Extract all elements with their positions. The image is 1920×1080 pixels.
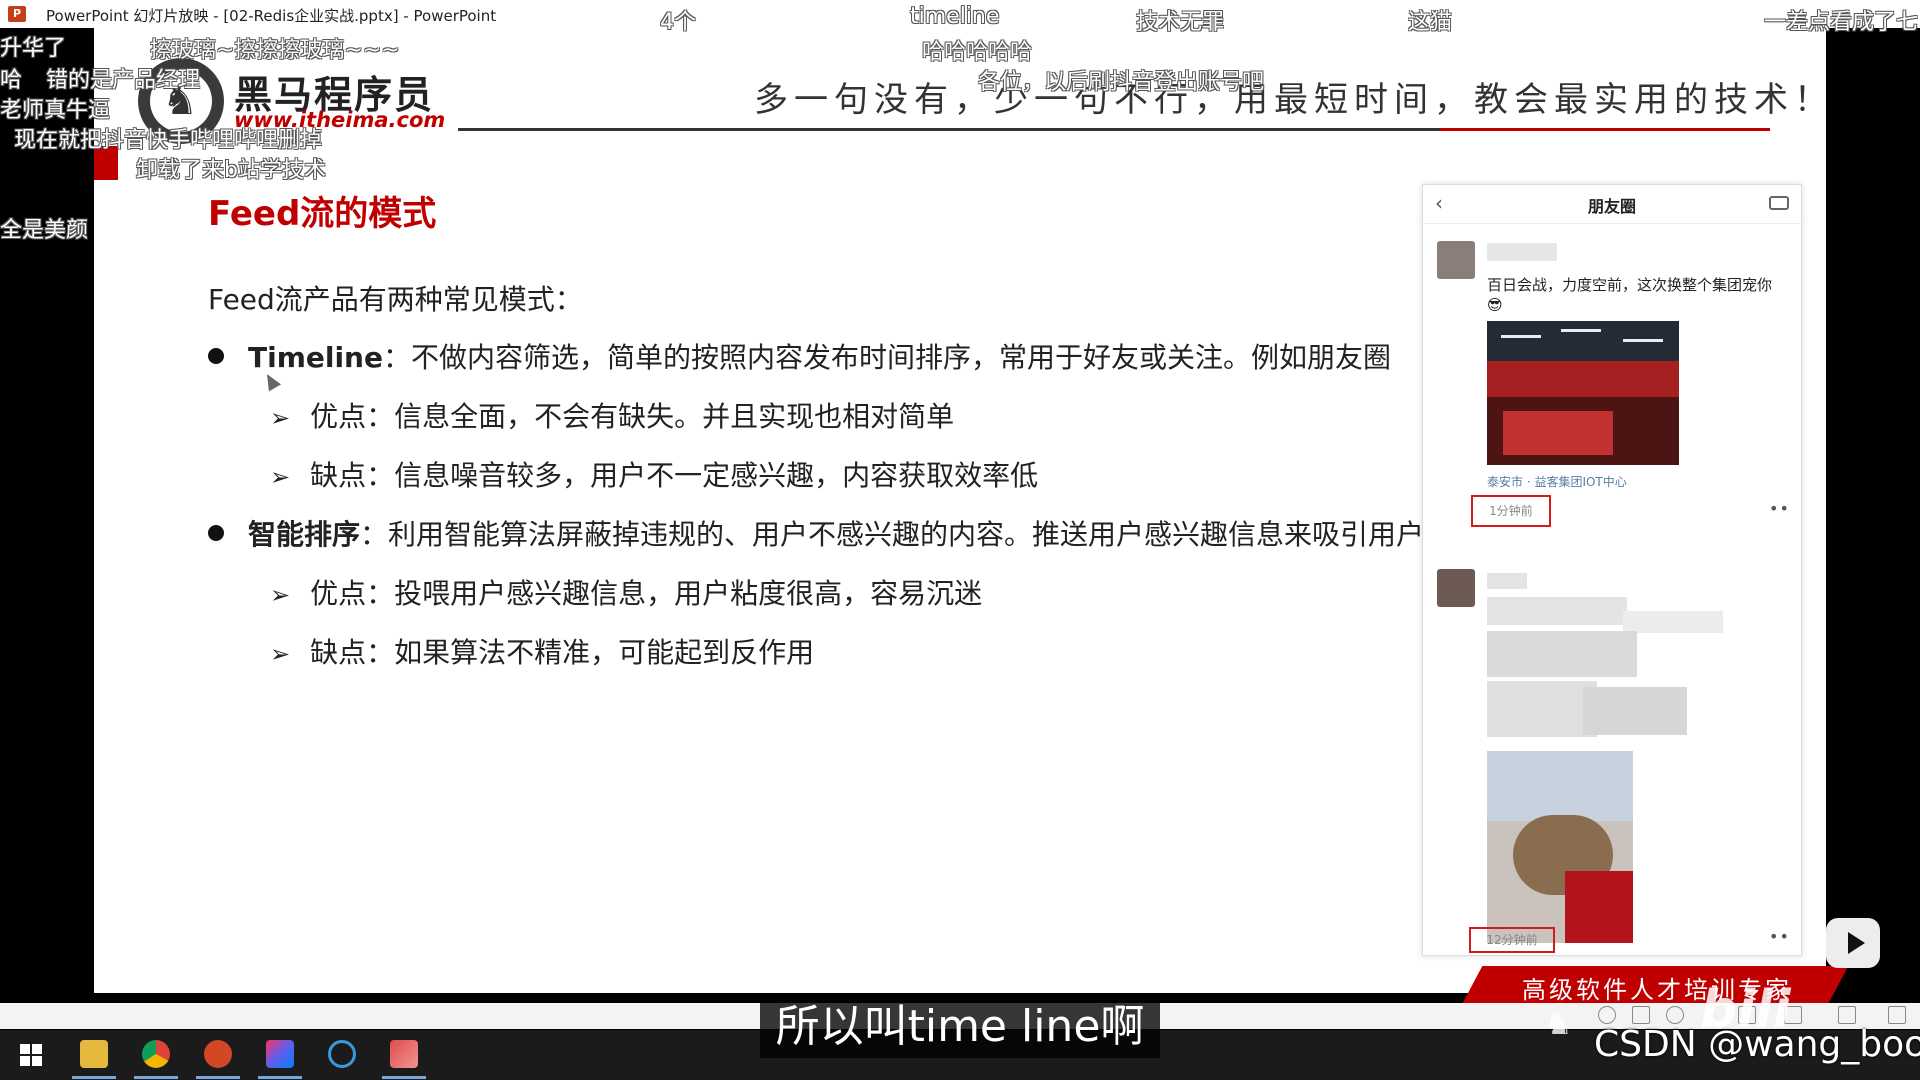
next-slide-icon[interactable] [1666, 1006, 1684, 1024]
arrow-bullet-icon: ➢ [270, 463, 291, 491]
taskbar-active-indicator [196, 1076, 240, 1079]
left-letterbox [0, 28, 94, 1003]
danmaku-comment: 老师真牛逼 [0, 98, 111, 123]
post-time-highlight: 1分钟前 [1471, 495, 1551, 527]
danmaku-comment: 各位，以后刷抖音登出账号吧 [978, 70, 1265, 95]
danmaku-comment: 哈 [0, 68, 23, 93]
post-photo-cat [1487, 751, 1633, 943]
blurred-content [1487, 631, 1637, 677]
slide-canvas: ♞ 黑马程序员 www.itheima.com 多一句没有，少一句不行，用最短时… [94, 28, 1826, 993]
danmaku-comment: 现在就把抖音快手哔哩哔哩删掉 [14, 128, 323, 153]
blurred-username [1487, 243, 1557, 261]
sub-bullet: ➢ 缺点：如果算法不精准，可能起到反作用 [270, 631, 814, 671]
app-taskbar-icon[interactable] [390, 1040, 418, 1068]
danmaku-comment: 卸载了来b站学技术 [136, 158, 326, 183]
arrow-bullet-icon: ➢ [270, 404, 291, 432]
phone-header: ‹ 朋友圈 [1423, 185, 1801, 224]
bilibili-play-icon[interactable] [1826, 918, 1880, 968]
file-explorer-icon[interactable] [80, 1040, 108, 1068]
danmaku-comment: 哈哈哈哈哈 [922, 40, 1033, 65]
window-title: PowerPoint 幻灯片放映 - [02-Redis企业实战.pptx] -… [46, 7, 497, 25]
blurred-content [1487, 573, 1527, 589]
more-options-icon[interactable]: •• [1769, 927, 1790, 946]
app-taskbar-icon[interactable] [328, 1040, 356, 1068]
intellij-idea-icon[interactable] [266, 1040, 294, 1068]
post-text: 百日会战，力度空前，这次换整个集团宠你😎 [1487, 276, 1773, 314]
bullet-text: ：利用智能算法屏蔽掉违规的、用户不感兴趣的内容。推送用户感兴趣信息来吸引用户 [360, 518, 1425, 551]
post-location: 泰安市 · 益客集团IOT中心 [1487, 475, 1627, 489]
camera-icon [1769, 196, 1789, 210]
powerpoint-taskbar-icon[interactable] [204, 1040, 232, 1068]
sub-bullet: ➢ 缺点：信息噪音较多，用户不一定感兴趣，内容获取效率低 [270, 454, 1038, 494]
sub-bullet-text: 优点：投喂用户感兴趣信息，用户粘度很高，容易沉迷 [310, 577, 983, 610]
heima-watermark-icon: ♞ [1544, 1004, 1573, 1042]
phone-title: 朋友圈 [1587, 197, 1636, 216]
bullet-smart-sort: 智能排序：利用智能算法屏蔽掉违规的、用户不感兴趣的内容。推送用户感兴趣信息来吸引… [208, 513, 1424, 553]
taskbar-active-indicator [258, 1076, 302, 1079]
bullet-dot-icon [208, 525, 224, 541]
prev-slide-icon[interactable] [1598, 1006, 1616, 1024]
chrome-icon[interactable] [142, 1040, 170, 1068]
avatar [1437, 569, 1475, 607]
header-divider-accent [1440, 128, 1770, 131]
bullet-text: ：不做内容筛选，简单的按照内容发布时间排序，常用于好友或关注。例如朋友圈 [382, 341, 1391, 374]
sub-bullet: ➢ 优点：信息全面，不会有缺失。并且实现也相对简单 [270, 395, 954, 435]
windows-start-icon[interactable] [20, 1044, 42, 1066]
bullet-dot-icon [208, 348, 224, 364]
danmaku-comment: 一差点看成了七 [1764, 10, 1919, 35]
sub-bullet: ➢ 优点：投喂用户感兴趣信息，用户粘度很高，容易沉迷 [270, 572, 982, 612]
bullet-head: Timeline [248, 341, 383, 374]
slide-intro: Feed流产品有两种常见模式： [208, 283, 583, 316]
bullet-timeline: Timeline：不做内容筛选，简单的按照内容发布时间排序，常用于好友或关注。例… [208, 336, 1391, 376]
danmaku-comment: 擦玻璃~擦擦擦玻璃~~~ [150, 38, 400, 63]
taskbar-active-indicator [72, 1076, 116, 1079]
taskbar-active-indicator [134, 1076, 178, 1079]
csdn-watermark: CSDN @wang_book [1594, 1024, 1920, 1065]
blurred-content [1583, 687, 1687, 735]
danmaku-comment: 全是美颜 [0, 218, 89, 243]
bullet-head: 智能排序 [248, 518, 361, 551]
arrow-bullet-icon: ➢ [270, 581, 291, 609]
danmaku-comment: 技术无罪 [1136, 10, 1225, 35]
post-time-highlight: 12分钟前 [1469, 927, 1555, 953]
more-options-icon[interactable]: •• [1769, 499, 1790, 518]
pen-icon[interactable] [1632, 1006, 1650, 1024]
video-subtitle: 所以叫time line啊 [775, 1001, 1145, 1052]
danmaku-comment: 升华了 [0, 36, 67, 61]
reading-view-icon[interactable] [1838, 1006, 1856, 1024]
blurred-content [1623, 611, 1723, 633]
sub-bullet-text: 优点：信息全面，不会有缺失。并且实现也相对简单 [310, 400, 955, 433]
danmaku-comment: 错的是产品经理 [46, 68, 201, 93]
slide-title: Feed流的模式 [208, 194, 437, 234]
sub-bullet-text: 缺点：如果算法不精准，可能起到反作用 [310, 636, 815, 669]
blurred-content [1487, 681, 1597, 737]
right-letterbox [1826, 28, 1920, 1003]
slide-slogan: 多一句没有，少一句不行，用最短时间，教会最实用的技术！ [754, 80, 1826, 120]
danmaku-comment: 这猫 [1408, 10, 1453, 35]
avatar [1437, 241, 1475, 279]
sub-bullet-text: 缺点：信息噪音较多，用户不一定感兴趣，内容获取效率低 [310, 459, 1039, 492]
moments-screenshot: ‹ 朋友圈 百日会战，力度空前，这次换整个集团宠你😎 泰安市 · 益客集团IOT… [1422, 184, 1802, 956]
blurred-content [1487, 597, 1627, 625]
danmaku-comment: timeline [910, 4, 1000, 29]
post-photo-event [1487, 321, 1679, 465]
danmaku-comment: 4个 [660, 10, 696, 35]
arrow-bullet-icon: ➢ [270, 640, 291, 668]
powerpoint-icon: P [8, 6, 26, 22]
taskbar-active-indicator [382, 1076, 426, 1079]
presenter-view-icon[interactable] [1888, 1006, 1906, 1024]
